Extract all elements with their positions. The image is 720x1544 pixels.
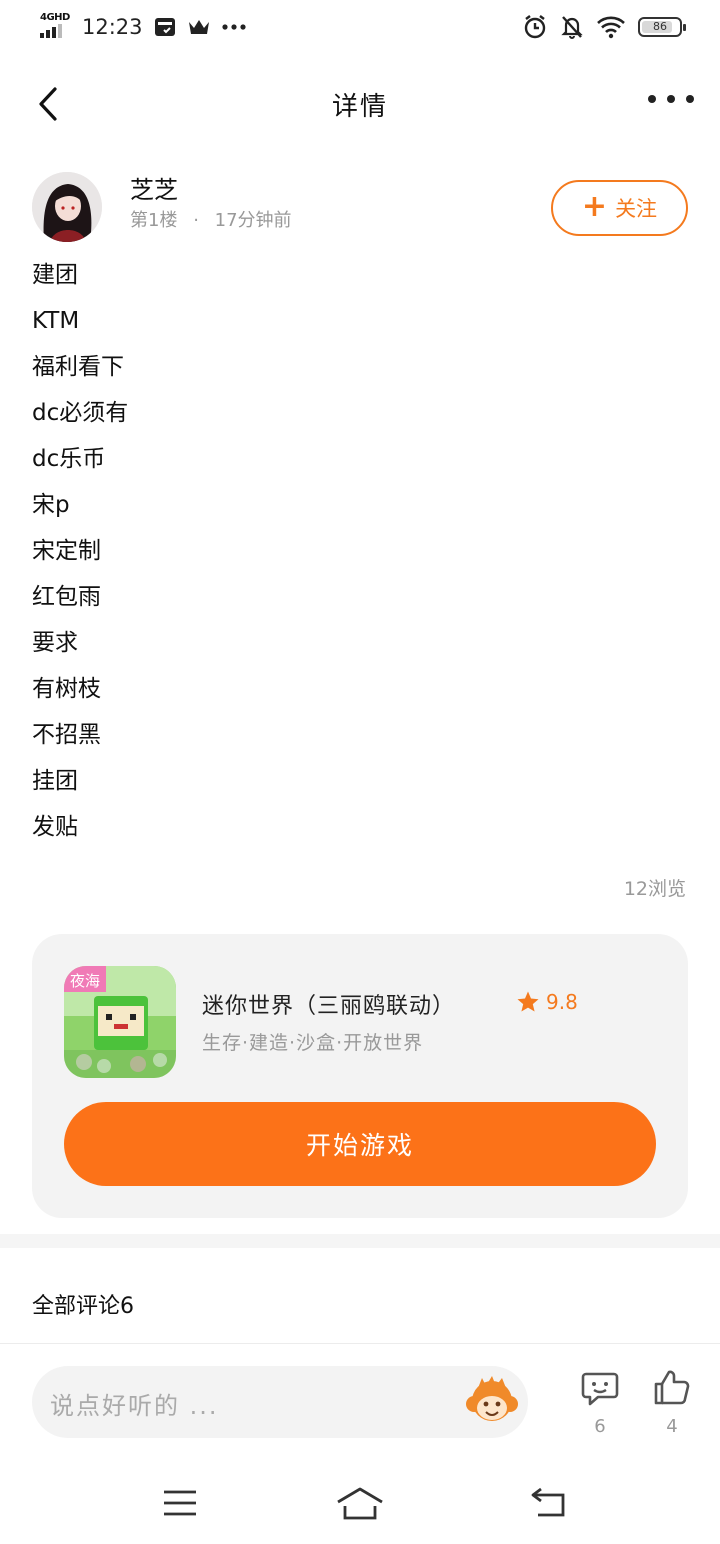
page-title: 详情 — [331, 92, 388, 122]
home-icon — [337, 1487, 383, 1520]
alarm-icon — [524, 15, 546, 39]
network-type: 4GHD — [40, 12, 70, 23]
thumbs-up-icon — [654, 1370, 690, 1405]
battery-level: 86 — [653, 20, 667, 33]
system-back-button[interactable] — [518, 1478, 578, 1528]
battery-icon: 86 — [638, 17, 686, 37]
like-count: 4 — [666, 1416, 678, 1437]
post-line: 建团 — [32, 262, 78, 288]
follow-button[interactable]: + 关注 — [551, 180, 688, 236]
wifi-icon — [597, 16, 625, 39]
game-rating: 9.8 — [516, 990, 578, 1014]
start-game-button[interactable]: 开始游戏 — [64, 1102, 656, 1186]
comment-bubble-icon — [581, 1372, 619, 1406]
status-bar: 4GHD 12:23 86 — [0, 0, 720, 56]
floor-number: 第1楼 — [130, 210, 178, 231]
post-line: 要求 — [32, 630, 78, 656]
menu-lines-icon — [164, 1490, 196, 1516]
system-nav-bar — [0, 1460, 720, 1544]
rating-value: 9.8 — [546, 990, 578, 1014]
author-row: 芝芝 第1楼 · 17分钟前 + 关注 — [32, 170, 688, 244]
comment-count: 6 — [594, 1416, 606, 1437]
monkey-emoji-icon — [466, 1376, 518, 1421]
status-left: 4GHD 12:23 — [38, 12, 247, 42]
avatar[interactable] — [32, 172, 102, 242]
post-line: 福利看下 — [32, 354, 124, 380]
follow-label: 关注 — [615, 197, 658, 221]
status-right: 86 — [522, 12, 686, 42]
post-line: 发贴 — [32, 814, 78, 840]
comment-input[interactable]: 说点好听的 ... — [32, 1366, 528, 1438]
system-home-button[interactable] — [330, 1478, 390, 1528]
divider — [0, 1343, 720, 1344]
meta-separator: · — [193, 210, 199, 231]
post-line: KTM — [32, 308, 80, 334]
nav-bar: 详情 — [0, 60, 720, 148]
post-line: 红包雨 — [32, 584, 101, 610]
view-count: 12浏览 — [623, 878, 686, 900]
more-button[interactable] — [648, 84, 694, 114]
game-tags: 生存·建造·沙盒·开放世界 — [202, 1032, 424, 1054]
like-button[interactable]: 4 — [646, 1368, 698, 1440]
crown-icon — [188, 20, 209, 34]
post-line: 宋定制 — [32, 538, 101, 564]
author-meta: 第1楼 · 17分钟前 — [130, 206, 292, 232]
game-name: 迷你世界（三丽鸥联动） — [202, 994, 456, 1019]
signal-icon: 4GHD — [38, 12, 72, 42]
author-name[interactable]: 芝芝 — [130, 170, 178, 205]
emoji-button[interactable] — [464, 1374, 520, 1430]
comment-button[interactable]: 6 — [574, 1368, 626, 1440]
game-card[interactable]: 夜海 迷你世界（三丽鸥联动） 9.8 生存·建造·沙盒·开放世界 开始游戏 — [32, 934, 688, 1218]
more-dots-icon — [648, 95, 656, 103]
post-line: 挂团 — [32, 768, 78, 794]
comment-placeholder: 说点好听的 ... — [50, 1392, 219, 1420]
section-divider — [0, 1234, 720, 1248]
return-arrow-icon — [531, 1487, 565, 1517]
more-notifications-icon — [221, 24, 246, 30]
sim-card-icon — [154, 18, 175, 36]
post-line: dc必须有 — [32, 400, 129, 426]
post-time: 17分钟前 — [214, 210, 292, 231]
comments-title: 全部评论6 — [32, 1294, 134, 1319]
post-line: 不招黑 — [32, 722, 101, 748]
star-icon — [517, 991, 539, 1012]
post-body: 建团 KTM 福利看下 dc必须有 dc乐币 宋p 宋定制 红包雨 要求 有树枝… — [32, 252, 688, 850]
post-line: 宋p — [32, 492, 70, 518]
game-icon-badge: 夜海 — [70, 972, 100, 990]
system-menu-button[interactable] — [150, 1478, 210, 1528]
post-line: 有树枝 — [32, 676, 101, 702]
mute-bell-icon — [561, 16, 583, 39]
status-time: 12:23 — [82, 15, 143, 39]
plus-icon: + — [581, 188, 608, 224]
game-icon[interactable]: 夜海 — [64, 966, 176, 1078]
post-line: dc乐币 — [32, 446, 106, 472]
